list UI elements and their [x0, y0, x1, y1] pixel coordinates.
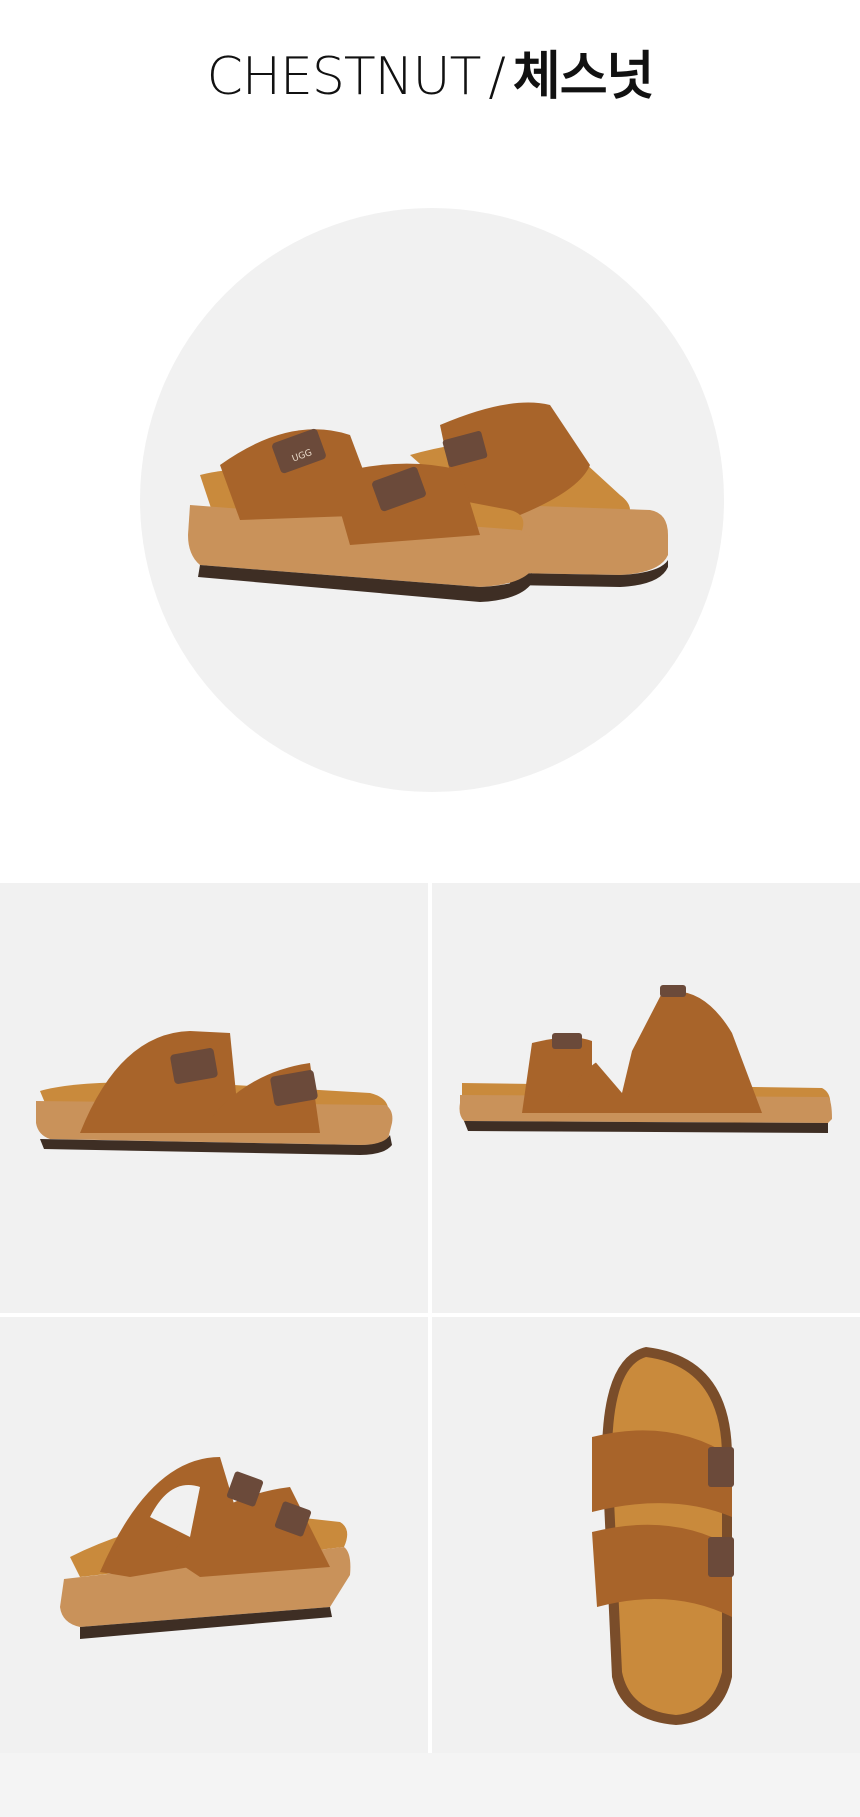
page-title: CHESTNUT / 체스넛	[0, 40, 860, 110]
product-view-side	[432, 883, 860, 1313]
hero-sandal-image: UGG	[188, 402, 668, 602]
color-name-korean: 체스넛	[512, 47, 655, 107]
title-separator: /	[488, 47, 506, 107]
product-view-rear-angled	[0, 1317, 428, 1753]
sandal-top-image	[592, 1347, 734, 1725]
product-view-front-angled	[0, 883, 428, 1313]
product-view-grid	[0, 883, 860, 1753]
bottom-section-edge	[0, 1753, 860, 1817]
sandal-side-image	[459, 985, 832, 1133]
sandal-front-angled-image	[36, 1031, 393, 1155]
color-name-english: CHESTNUT	[206, 47, 482, 107]
product-view-top	[432, 1317, 860, 1753]
sandal-rear-angled-image	[60, 1457, 351, 1639]
